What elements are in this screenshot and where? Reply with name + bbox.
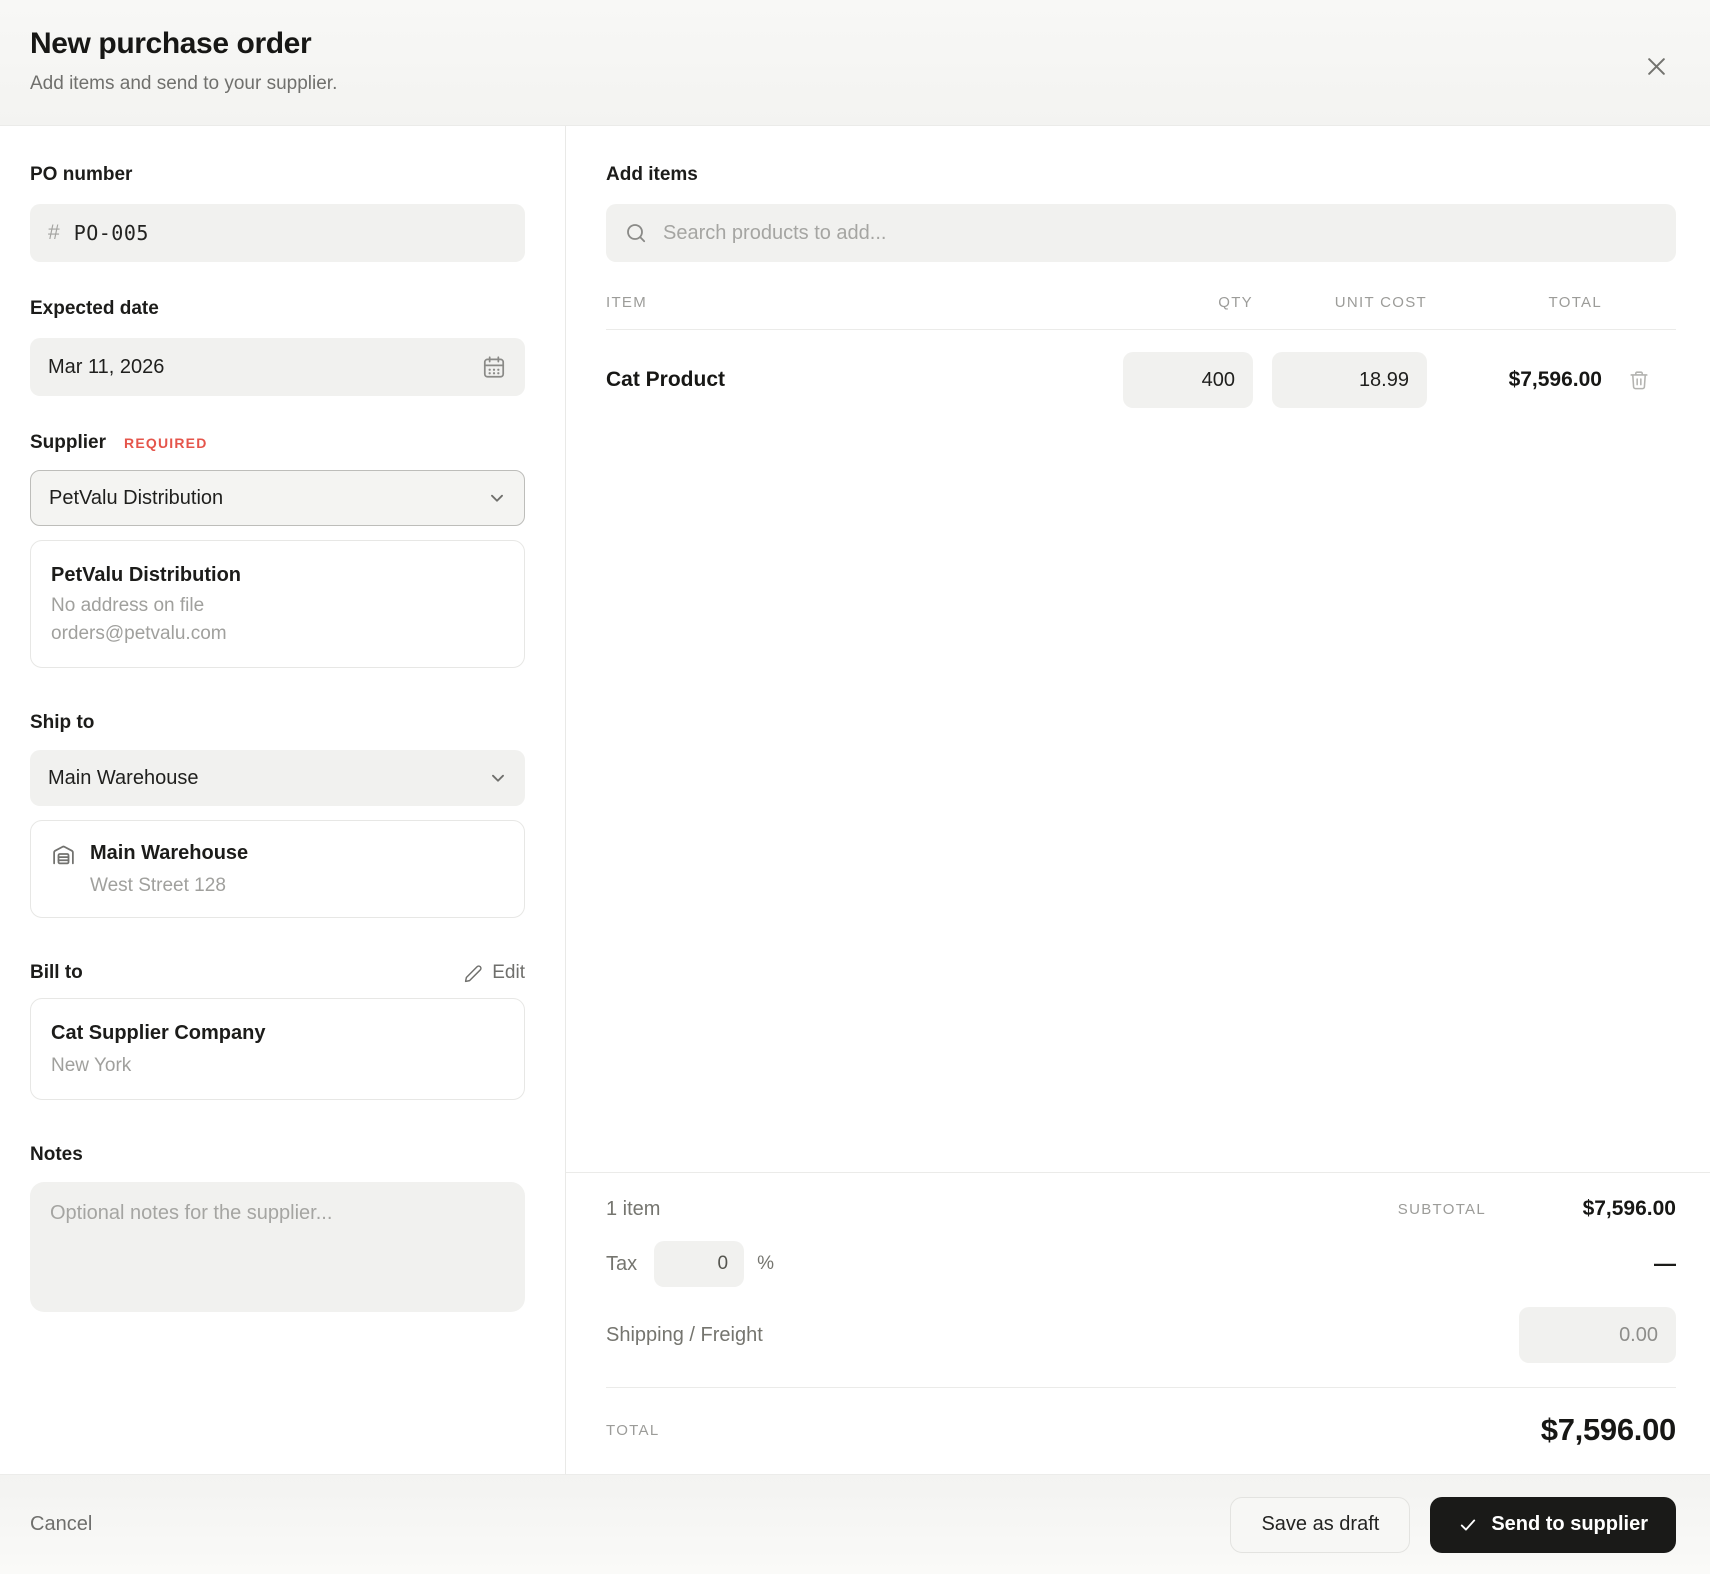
column-header-unit-cost: UNIT COST — [1334, 294, 1427, 311]
tax-percent-sign: % — [757, 1253, 775, 1274]
bill-to-card: Cat Supplier Company New York — [30, 998, 525, 1100]
close-button[interactable] — [1637, 47, 1676, 86]
items-table-header: ITEM QTY UNIT COST TOTAL — [606, 294, 1676, 330]
send-to-supplier-button[interactable]: Send to supplier — [1430, 1496, 1676, 1553]
required-badge: REQUIRED — [124, 435, 208, 451]
row-total: $7,596.00 — [1508, 368, 1602, 391]
edit-label: Edit — [492, 962, 525, 983]
edit-bill-to-button[interactable]: Edit — [464, 962, 525, 984]
modal-body: PO number # PO-005 Expected date Mar 11,… — [0, 126, 1710, 1474]
expected-date-field[interactable]: Mar 11, 2026 — [30, 338, 525, 396]
unit-cost-input[interactable] — [1272, 352, 1427, 408]
order-details-panel: PO number # PO-005 Expected date Mar 11,… — [0, 126, 566, 1474]
page-subtitle: Add items and send to your supplier. — [30, 73, 338, 94]
shipping-label: Shipping / Freight — [606, 1323, 763, 1346]
warehouse-text: Main Warehouse West Street 128 — [90, 841, 248, 897]
modal-header: New purchase order Add items and send to… — [0, 0, 1710, 126]
page-title: New purchase order — [30, 27, 312, 60]
add-items-label: Add items — [606, 164, 698, 185]
item-name: Cat Product — [606, 368, 726, 391]
cancel-button[interactable]: Cancel — [30, 1513, 92, 1536]
shipping-input[interactable] — [1519, 1307, 1676, 1363]
table-row: Cat Product $7,596.00 — [606, 352, 1676, 408]
modal-footer: Cancel Save as draft Send to supplier — [0, 1474, 1710, 1574]
bill-to-label: Bill to — [30, 962, 83, 983]
po-number-value: PO-005 — [73, 221, 149, 245]
bill-to-name: Cat Supplier Company — [51, 1022, 266, 1044]
total-amount: $7,596.00 — [1540, 1412, 1677, 1447]
total-label: TOTAL — [606, 1421, 660, 1439]
subtotal-label: SUBTOTAL — [1397, 1200, 1486, 1218]
shipping-row: Shipping / Freight — [606, 1307, 1676, 1363]
supplier-name: PetValu Distribution — [51, 564, 242, 586]
supplier-info-card: PetValu Distribution No address on file … — [30, 540, 525, 668]
hash-icon: # — [48, 221, 60, 244]
column-header-total: TOTAL — [1548, 294, 1602, 311]
supplier-select[interactable]: PetValu Distribution — [30, 470, 525, 526]
trash-icon — [1628, 369, 1650, 391]
notes-label: Notes — [30, 1144, 83, 1165]
check-icon — [1458, 1515, 1478, 1535]
items-panel: Add items ITEM QTY UNIT COST TOTAL Cat P… — [566, 126, 1710, 1474]
tax-amount: — — [1654, 1251, 1676, 1276]
delete-item-button[interactable] — [1624, 365, 1654, 395]
bill-to-address: New York — [51, 1055, 132, 1076]
tax-label: Tax — [606, 1252, 638, 1275]
supplier-email: orders@petvalu.com — [51, 623, 227, 644]
warehouse-address: West Street 128 — [90, 875, 226, 896]
expected-date-value: Mar 11, 2026 — [48, 355, 165, 378]
chevron-down-icon — [486, 487, 508, 509]
po-number-label: PO number — [30, 164, 133, 185]
po-number-field[interactable]: # PO-005 — [30, 204, 525, 262]
ship-to-label: Ship to — [30, 712, 95, 733]
warehouse-name: Main Warehouse — [90, 842, 249, 864]
ship-to-select[interactable]: Main Warehouse — [30, 750, 525, 806]
warehouse-icon — [51, 842, 76, 897]
total-row: TOTAL $7,596.00 — [606, 1387, 1676, 1474]
column-header-item: ITEM — [606, 294, 648, 311]
save-as-draft-button[interactable]: Save as draft — [1230, 1496, 1411, 1553]
notes-textarea[interactable] — [30, 1182, 525, 1312]
supplier-address: No address on file — [51, 595, 205, 616]
warehouse-info-card: Main Warehouse West Street 128 — [30, 820, 525, 918]
order-summary: 1 item SUBTOTAL $7,596.00 Tax % — Shippi… — [566, 1172, 1710, 1474]
tax-input[interactable] — [654, 1241, 745, 1287]
tax-row: Tax % — — [606, 1241, 1676, 1287]
search-icon — [624, 221, 648, 245]
supplier-selected-value: PetValu Distribution — [49, 486, 224, 509]
supplier-label: Supplier — [30, 432, 107, 453]
column-header-qty: QTY — [1218, 294, 1253, 311]
close-icon — [1643, 53, 1670, 80]
new-purchase-order-modal: New purchase order Add items and send to… — [0, 0, 1710, 1574]
subtotal-row: 1 item SUBTOTAL $7,596.00 — [606, 1197, 1676, 1221]
search-input[interactable] — [663, 221, 1658, 245]
expected-date-label: Expected date — [30, 298, 159, 319]
subtotal-amount: $7,596.00 — [1582, 1197, 1676, 1220]
send-to-supplier-label: Send to supplier — [1491, 1513, 1648, 1535]
ship-to-selected-value: Main Warehouse — [48, 766, 199, 789]
items-empty-space — [606, 408, 1676, 1172]
item-count: 1 item — [606, 1197, 661, 1220]
pencil-icon — [464, 964, 483, 983]
product-search-box — [606, 204, 1676, 262]
qty-input[interactable] — [1123, 352, 1253, 408]
header-text: New purchase order Add items and send to… — [30, 27, 337, 95]
chevron-down-icon — [487, 767, 509, 789]
calendar-icon — [481, 354, 507, 380]
